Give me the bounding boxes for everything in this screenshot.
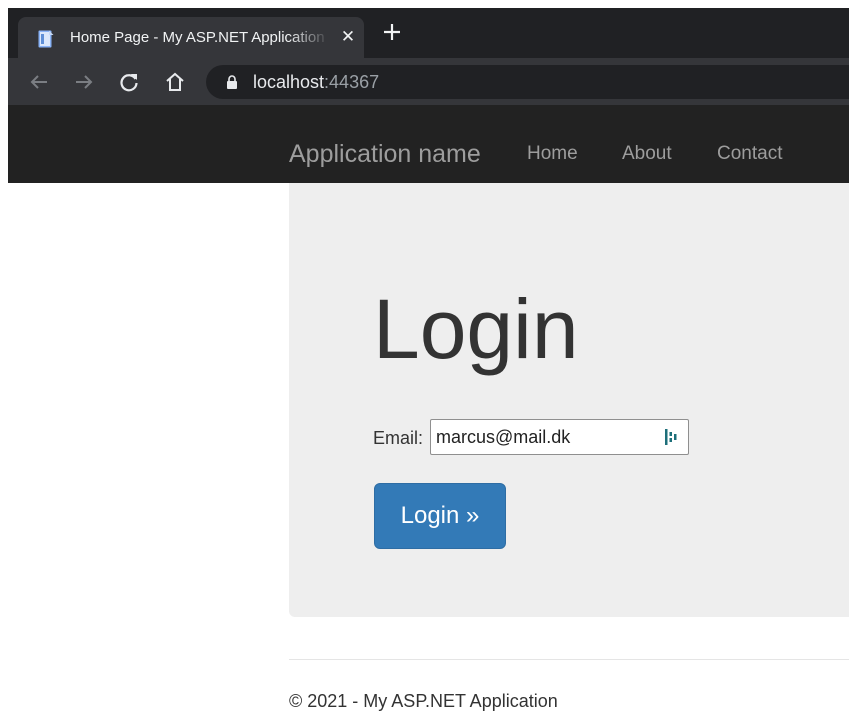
tab-title-fade	[288, 25, 330, 51]
document-icon	[38, 30, 54, 48]
login-button[interactable]: Login »	[374, 483, 506, 549]
tab-strip: Home Page - My ASP.NET Application ✕	[8, 8, 849, 58]
url-text: localhost:44367	[253, 72, 379, 92]
nav-link-home[interactable]: Home	[527, 143, 578, 165]
browser-toolbar: localhost:44367	[8, 58, 849, 105]
password-manager-icon[interactable]	[663, 426, 679, 448]
tab-close-button[interactable]: ✕	[338, 27, 358, 47]
plus-icon[interactable]	[380, 20, 404, 44]
footer-text: © 2021 - My ASP.NET Application	[289, 691, 558, 711]
login-panel: Login Email: Login »	[289, 183, 849, 617]
nav-link-contact[interactable]: Contact	[717, 143, 782, 165]
home-icon[interactable]	[163, 70, 187, 94]
browser-window: Home Page - My ASP.NET Application ✕ loc	[8, 8, 849, 183]
footer-divider	[289, 659, 849, 660]
address-bar[interactable]: localhost:44367	[206, 65, 849, 99]
arrow-left-icon[interactable]	[27, 70, 51, 94]
nav-link-about[interactable]: About	[622, 143, 672, 165]
navbar-brand[interactable]: Application name	[289, 139, 481, 169]
url-host: localhost	[253, 72, 325, 92]
browser-tab[interactable]: Home Page - My ASP.NET Application ✕	[18, 17, 364, 58]
arrow-right-icon[interactable]	[72, 70, 96, 94]
reload-icon[interactable]	[117, 70, 141, 94]
email-field[interactable]	[430, 419, 689, 455]
url-port: :44367	[324, 72, 380, 92]
page-title: Login	[373, 282, 579, 376]
site-navbar: Application name Home About Contact	[8, 105, 849, 183]
email-label: Email:	[373, 428, 424, 448]
lock-icon	[227, 75, 237, 89]
